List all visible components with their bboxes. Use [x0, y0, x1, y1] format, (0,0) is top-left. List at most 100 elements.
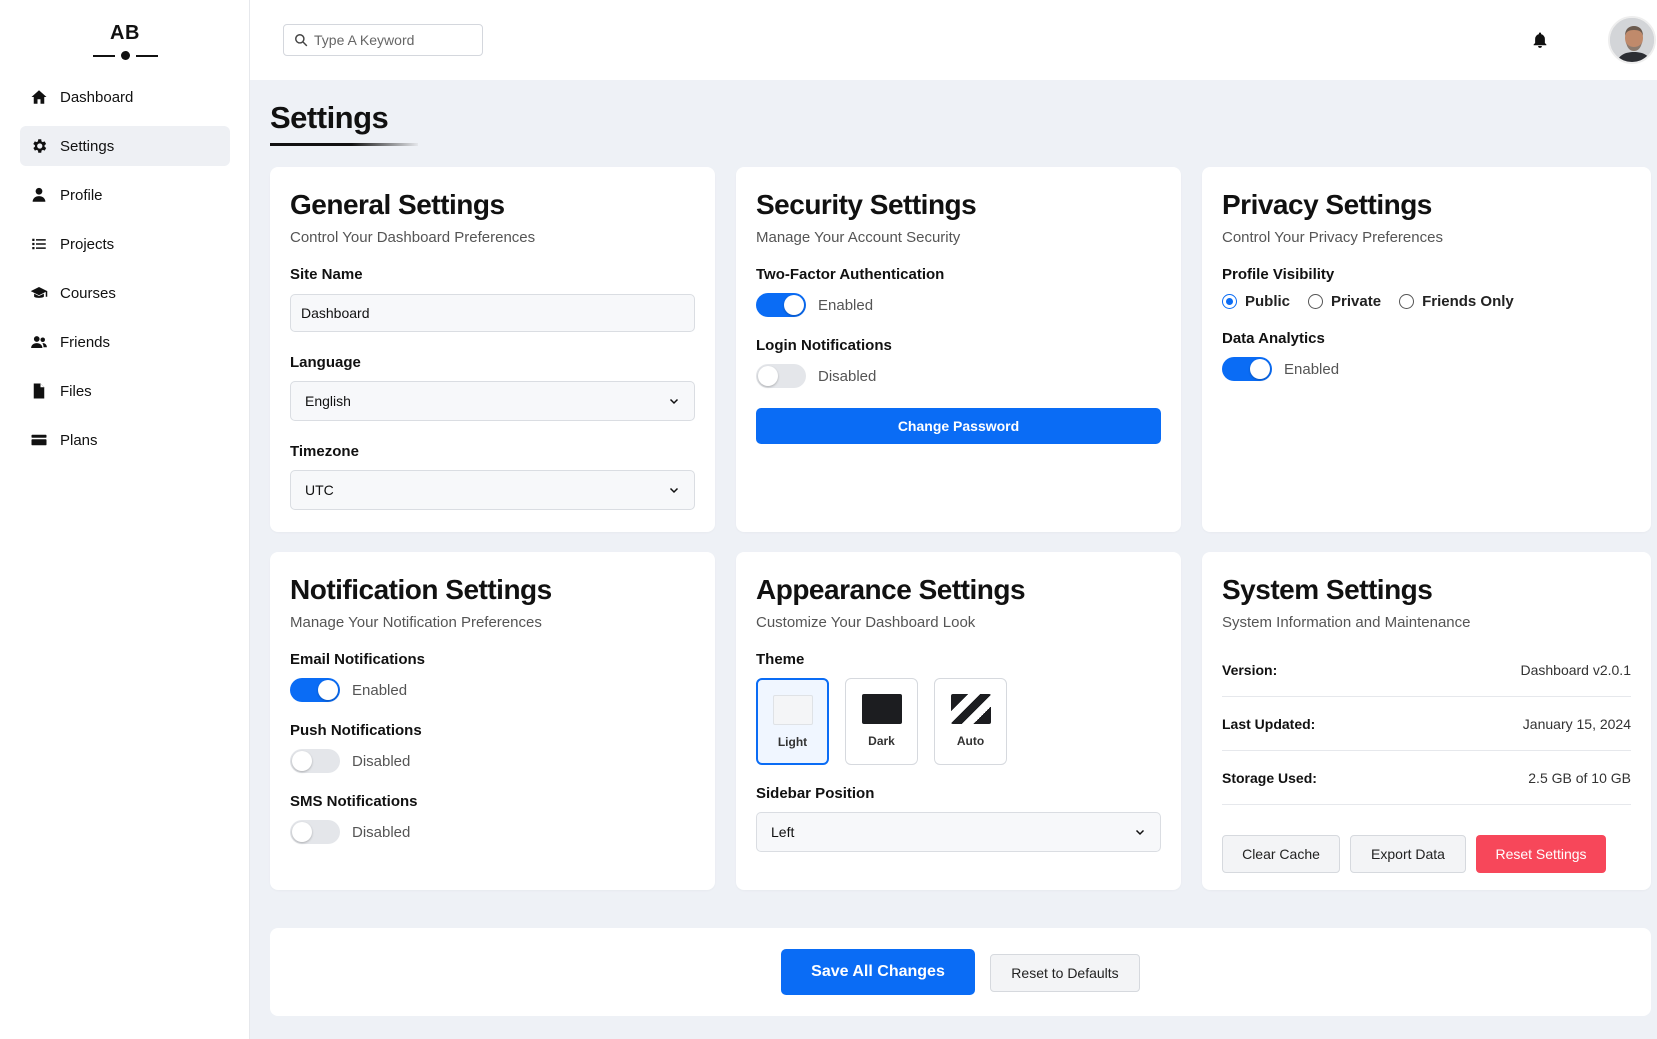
- timezone-select[interactable]: UTC: [290, 470, 695, 510]
- push-notifications-toggle[interactable]: [290, 749, 340, 773]
- data-analytics-label: Data Analytics: [1222, 330, 1325, 347]
- reset-settings-button[interactable]: Reset Settings: [1476, 835, 1606, 873]
- info-key: Last Updated:: [1222, 715, 1316, 732]
- file-icon: [33, 383, 45, 399]
- avatar-image: [1610, 18, 1654, 62]
- privacy-settings-card: Privacy Settings Control Your Privacy Pr…: [1202, 167, 1651, 532]
- chevron-down-icon: [669, 398, 679, 405]
- users-icon: [31, 336, 47, 348]
- timezone-select-value: UTC: [305, 482, 334, 498]
- radio-circle: [1222, 294, 1237, 309]
- data-analytics-toggle[interactable]: [1222, 357, 1272, 381]
- card-title: System Settings: [1222, 574, 1433, 605]
- sidebar-item-plans[interactable]: Plans: [20, 420, 230, 460]
- credit-card-icon: [31, 434, 47, 446]
- info-key: Storage Used:: [1222, 769, 1317, 786]
- avatar[interactable]: [1608, 16, 1656, 64]
- sidebar-item-label: Courses: [60, 284, 116, 302]
- export-data-button[interactable]: Export Data: [1350, 835, 1466, 873]
- radio-circle: [1399, 294, 1415, 309]
- card-title: Privacy Settings: [1222, 189, 1432, 220]
- system-settings-card: System Settings System Information and M…: [1202, 552, 1651, 890]
- search-icon: [295, 34, 308, 47]
- theme-label: Theme: [756, 651, 805, 668]
- card-title: Notification Settings: [290, 574, 552, 605]
- language-select-value: English: [305, 393, 351, 409]
- visibility-radio-private[interactable]: Private: [1308, 293, 1381, 310]
- search-input[interactable]: [314, 32, 474, 48]
- sidebar-item-profile[interactable]: Profile: [20, 175, 230, 215]
- list-icon: [32, 238, 46, 250]
- sidebar-item-dashboard[interactable]: Dashboard: [20, 77, 230, 117]
- login-notifications-row: Disabled: [756, 364, 1161, 388]
- change-password-button[interactable]: Change Password: [756, 408, 1161, 444]
- logo[interactable]: AB: [0, 22, 250, 60]
- sms-notifications-toggle[interactable]: [290, 820, 340, 844]
- system-info-list: Version: Dashboard v2.0.1 Last Updated: …: [1222, 643, 1631, 805]
- home-icon: [31, 90, 47, 104]
- info-value: January 15, 2024: [1522, 715, 1631, 732]
- card-subtitle: Control Your Dashboard Preferences: [290, 229, 536, 246]
- theme-option-light[interactable]: Light: [756, 678, 829, 765]
- theme-option-auto[interactable]: Auto: [934, 678, 1007, 765]
- light-theme-swatch: [772, 695, 813, 725]
- login-notifications-label: Login Notifications: [756, 337, 892, 354]
- footer-actions-card: Save All Changes Reset to Defaults: [270, 928, 1651, 1016]
- login-notifications-toggle[interactable]: [756, 364, 806, 388]
- sidebar-position-value: Left: [771, 824, 795, 840]
- logo-decoration: [0, 51, 250, 60]
- sidebar-item-label: Plans: [60, 431, 98, 449]
- save-all-changes-button[interactable]: Save All Changes: [781, 949, 975, 995]
- sidebar-item-label: Settings: [60, 137, 115, 155]
- general-settings-card: General Settings Control Your Dashboard …: [270, 167, 715, 532]
- sidebar-item-label: Files: [60, 382, 92, 400]
- info-value: 2.5 GB of 10 GB: [1528, 769, 1631, 786]
- toggle-state-text: Disabled: [352, 823, 411, 841]
- graduation-cap-icon: [30, 287, 48, 298]
- sidebar-item-courses[interactable]: Courses: [20, 273, 230, 313]
- toggle-state-text: Disabled: [818, 367, 877, 385]
- card-title: Security Settings: [756, 189, 977, 220]
- toggle-state-text: Enabled: [352, 681, 408, 699]
- search-box[interactable]: [283, 24, 483, 56]
- two-factor-toggle[interactable]: [756, 293, 806, 317]
- card-subtitle: System Information and Maintenance: [1222, 614, 1471, 631]
- sidebar-position-label: Sidebar Position: [756, 785, 875, 802]
- clear-cache-button[interactable]: Clear Cache: [1222, 835, 1340, 873]
- push-notifications-label: Push Notifications: [290, 722, 422, 739]
- bell-icon[interactable]: [1531, 30, 1549, 50]
- sms-notifications-label: SMS Notifications: [290, 793, 418, 810]
- info-value: Dashboard v2.0.1: [1520, 661, 1631, 678]
- push-notifications-row: Disabled: [290, 749, 695, 773]
- security-settings-card: Security Settings Manage Your Account Se…: [736, 167, 1181, 532]
- language-select[interactable]: English: [290, 381, 695, 421]
- data-analytics-row: Enabled: [1222, 357, 1631, 381]
- sidebar-item-friends[interactable]: Friends: [20, 322, 230, 362]
- card-subtitle: Manage Your Notification Preferences: [290, 614, 542, 631]
- theme-options: Light Dark Auto: [756, 678, 1161, 765]
- theme-option-label: Auto: [956, 734, 985, 748]
- site-name-input[interactable]: [290, 294, 695, 332]
- reset-to-defaults-button[interactable]: Reset to Defaults: [990, 954, 1140, 992]
- toggle-state-text: Disabled: [352, 752, 411, 770]
- visibility-radio-friends-only[interactable]: Friends Only: [1399, 293, 1514, 310]
- theme-option-dark[interactable]: Dark: [845, 678, 918, 765]
- timezone-label: Timezone: [290, 443, 359, 460]
- radio-label: Friends Only: [1422, 293, 1514, 310]
- info-row-last-updated: Last Updated: January 15, 2024: [1222, 697, 1631, 751]
- sidebar-item-projects[interactable]: Projects: [20, 224, 230, 264]
- sidebar-item-files[interactable]: Files: [20, 371, 230, 411]
- info-row-version: Version: Dashboard v2.0.1: [1222, 643, 1631, 697]
- sidebar-item-settings[interactable]: Settings: [20, 126, 230, 166]
- chevron-down-icon: [669, 487, 679, 494]
- sidebar-position-select[interactable]: Left: [756, 812, 1161, 852]
- user-icon: [32, 187, 46, 202]
- two-factor-label: Two-Factor Authentication: [756, 266, 945, 283]
- email-notifications-toggle[interactable]: [290, 678, 340, 702]
- top-header: [250, 0, 1657, 80]
- info-row-storage: Storage Used: 2.5 GB of 10 GB: [1222, 751, 1631, 805]
- sidebar-item-label: Projects: [60, 235, 115, 253]
- site-name-label: Site Name: [290, 266, 363, 283]
- card-subtitle: Customize Your Dashboard Look: [756, 614, 976, 631]
- visibility-radio-public[interactable]: Public: [1222, 293, 1290, 310]
